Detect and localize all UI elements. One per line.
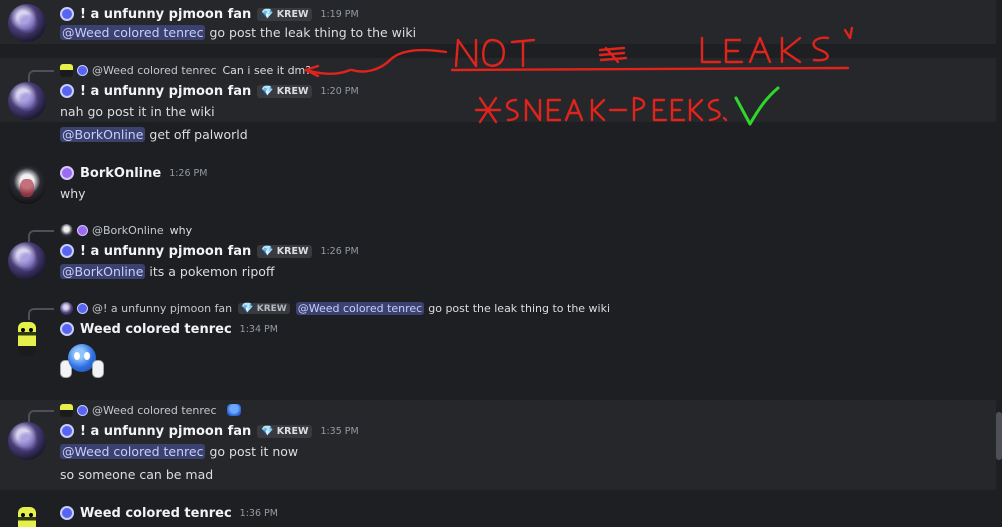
role-icon: [60, 84, 74, 98]
author-name[interactable]: ! a unfunny pjmoon fan: [80, 7, 251, 22]
user-mention[interactable]: @BorkOnline: [60, 126, 146, 142]
avatar[interactable]: [8, 422, 46, 460]
reply-preview[interactable]: @! a unfunny pjmoon fan 💎 KREW @Weed col…: [28, 300, 611, 320]
user-mention[interactable]: @BorkOnline: [60, 263, 146, 279]
reply-spine: [28, 410, 54, 422]
author-name[interactable]: ! a unfunny pjmoon fan: [80, 84, 251, 99]
message-text: so someone can be mad: [60, 466, 214, 482]
role-icon: [77, 64, 88, 76]
chat-message-list[interactable]: ! a unfunny pjmoon fan 💎 KREW 1:19 PM @We…: [0, 0, 996, 527]
thumbs-up-blue-face-emoji[interactable]: [60, 344, 104, 380]
reply-text: Can i see it dm?: [222, 63, 312, 77]
timestamp[interactable]: 1:26 PM: [320, 246, 358, 257]
reply-text: go post the leak thing to the wiki: [428, 301, 611, 315]
gem-icon: 💎: [261, 425, 274, 437]
role-icon: [77, 404, 88, 416]
role-icon: [60, 244, 74, 258]
clan-tag-label: KREW: [276, 425, 309, 437]
reply-avatar: [60, 403, 73, 417]
reply-avatar: [60, 63, 73, 77]
avatar[interactable]: [8, 82, 46, 120]
clan-tag-label: KREW: [276, 8, 309, 20]
message-text: get off palworld: [149, 126, 248, 142]
role-icon: [60, 322, 74, 336]
author-name[interactable]: ! a unfunny pjmoon fan: [80, 424, 251, 439]
clan-tag[interactable]: 💎 KREW: [257, 84, 313, 98]
author-name[interactable]: BorkOnline: [80, 166, 161, 181]
author-name[interactable]: Weed colored tenrec: [80, 322, 232, 337]
reply-spine: [28, 230, 54, 242]
reply-spine: [28, 70, 54, 82]
thumbs-up-blue-face-icon: [226, 404, 241, 416]
gem-icon: 💎: [261, 85, 274, 97]
avatar[interactable]: [8, 242, 46, 280]
clan-tag[interactable]: 💎 KREW: [257, 7, 313, 21]
role-icon: [77, 224, 88, 236]
gem-icon: 💎: [261, 245, 274, 257]
timestamp[interactable]: 1:34 PM: [240, 324, 278, 335]
timestamp[interactable]: 1:20 PM: [320, 86, 358, 97]
avatar[interactable]: [8, 505, 46, 527]
message-text: why: [60, 185, 86, 201]
user-mention[interactable]: @Weed colored tenrec: [60, 24, 206, 40]
reply-text: why: [169, 223, 193, 237]
reply-preview[interactable]: @Weed colored tenrec Can i see it dm?: [28, 62, 312, 82]
avatar[interactable]: [8, 320, 46, 358]
avatar[interactable]: [8, 166, 46, 204]
timestamp[interactable]: 1:36 PM: [240, 508, 278, 519]
role-icon: [60, 166, 74, 180]
role-icon: [77, 302, 88, 314]
timestamp[interactable]: 1:35 PM: [320, 426, 358, 437]
clan-tag-label: KREW: [276, 245, 309, 257]
reply-author[interactable]: @! a unfunny pjmoon fan: [92, 302, 232, 315]
clan-tag[interactable]: 💎 KREW: [257, 424, 313, 438]
clan-tag[interactable]: 💎 KREW: [257, 244, 313, 258]
message-text: its a pokemon ripoff: [149, 263, 275, 279]
role-icon: [60, 424, 74, 438]
timestamp[interactable]: 1:19 PM: [320, 9, 358, 20]
reply-author[interactable]: @BorkOnline: [92, 224, 164, 237]
message-text: go post the leak thing to the wiki: [209, 24, 417, 40]
reply-avatar: [60, 301, 73, 315]
role-icon: [60, 7, 74, 21]
reply-clan-tag: 💎 KREW: [238, 302, 290, 314]
gem-icon: 💎: [261, 8, 274, 20]
author-name[interactable]: ! a unfunny pjmoon fan: [80, 244, 251, 259]
clan-tag-label: KREW: [276, 85, 309, 97]
author-name[interactable]: Weed colored tenrec: [80, 506, 232, 521]
reply-clan-tag-label: KREW: [256, 303, 287, 314]
role-icon: [60, 506, 74, 520]
avatar[interactable]: [8, 4, 46, 42]
reply-mention[interactable]: @Weed colored tenrec: [295, 301, 425, 315]
scrollbar-thumb[interactable]: [996, 412, 1002, 460]
reply-author[interactable]: @Weed colored tenrec: [92, 404, 217, 417]
gem-icon: 💎: [241, 302, 254, 314]
reply-avatar: [60, 223, 73, 237]
timestamp[interactable]: 1:26 PM: [169, 168, 207, 179]
message-text: nah go post it in the wiki: [60, 103, 215, 119]
reply-author[interactable]: @Weed colored tenrec: [92, 64, 217, 77]
user-mention[interactable]: @Weed colored tenrec: [60, 443, 206, 459]
reply-preview[interactable]: @BorkOnline why: [28, 222, 193, 242]
reply-spine: [28, 308, 54, 320]
reply-preview[interactable]: @Weed colored tenrec: [28, 402, 241, 422]
message-text: go post it now: [209, 443, 299, 459]
